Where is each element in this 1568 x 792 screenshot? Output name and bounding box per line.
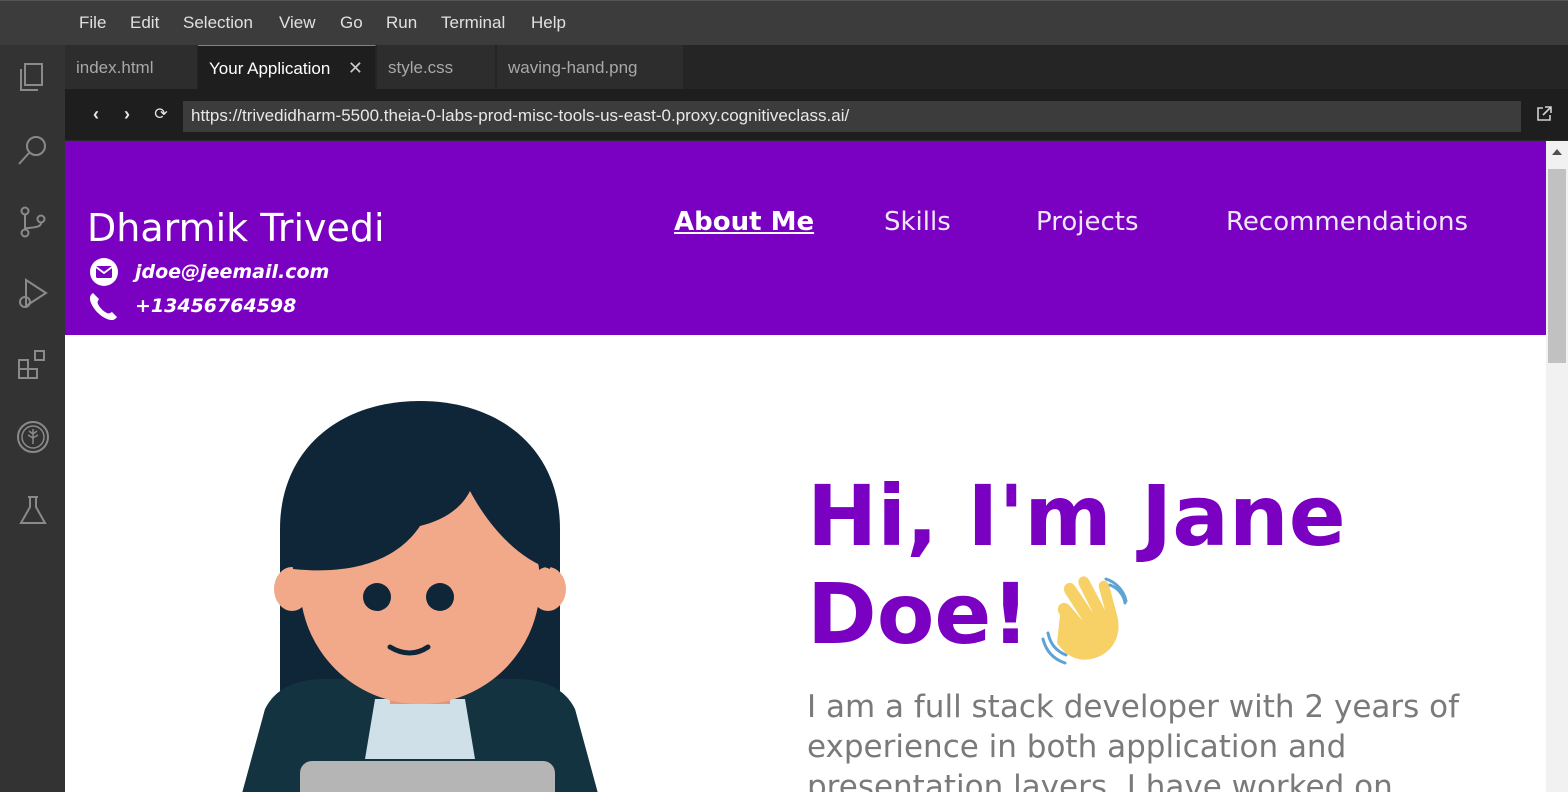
- tab-label: waving-hand.png: [508, 58, 638, 77]
- nav-projects[interactable]: Projects: [1036, 207, 1139, 237]
- nav-recommendations[interactable]: Recommendations: [1226, 207, 1468, 237]
- tab-label: index.html: [76, 58, 154, 77]
- hero-description: I am a full stack developer with 2 years…: [807, 689, 1460, 792]
- nav-about-me[interactable]: About Me: [674, 207, 814, 237]
- menu-go[interactable]: Go: [340, 13, 363, 33]
- browser-viewport: Dharmik Trivedi jdoe@jeemail.com +134567…: [65, 141, 1546, 792]
- menu-file[interactable]: File: [79, 13, 106, 33]
- tab-index-html[interactable]: index.html: [65, 45, 198, 89]
- files-icon[interactable]: [16, 60, 50, 94]
- hero-title: Hi, I'm Jane Doe!: [807, 467, 1367, 665]
- reload-button[interactable]: ⟳: [151, 104, 171, 126]
- tab-label: style.css: [388, 58, 454, 77]
- email-icon: [90, 258, 118, 286]
- close-icon[interactable]: ✕: [348, 58, 363, 79]
- phone-icon: [89, 293, 117, 321]
- nav-skills[interactable]: Skills: [884, 207, 951, 237]
- menu-bar: File Edit Selection View Go Run Terminal…: [0, 0, 1568, 45]
- waving-hand-icon: [1041, 576, 1128, 665]
- menu-terminal[interactable]: Terminal: [441, 13, 505, 33]
- page-scrollbar[interactable]: [1546, 141, 1568, 792]
- site-header: Dharmik Trivedi jdoe@jeemail.com +134567…: [65, 141, 1546, 335]
- scroll-up-arrow-icon[interactable]: [1552, 149, 1562, 155]
- email-row: jdoe@jeemail.com: [87, 257, 329, 287]
- menu-help[interactable]: Help: [531, 13, 566, 33]
- back-button[interactable]: ‹: [86, 104, 106, 126]
- browser-toolbar: ‹ › ⟳ https://trivedidharm-5500.theia-0-…: [65, 89, 1568, 141]
- hero-title-line-1: Hi, I'm Jane: [807, 467, 1346, 565]
- menu-selection[interactable]: Selection: [183, 13, 253, 33]
- menu-view[interactable]: View: [279, 13, 316, 33]
- tab-label: Your Application: [209, 59, 331, 78]
- tree-icon[interactable]: [16, 420, 50, 454]
- activity-bar: [0, 45, 65, 792]
- scrollbar-thumb[interactable]: [1548, 169, 1566, 363]
- menu-edit[interactable]: Edit: [130, 13, 159, 33]
- search-icon[interactable]: [16, 133, 50, 167]
- tab-your-application[interactable]: Your Application ✕: [198, 45, 376, 89]
- email-text[interactable]: jdoe@jeemail.com: [135, 261, 329, 283]
- open-external-icon[interactable]: [1535, 105, 1553, 123]
- tab-style-css[interactable]: style.css: [377, 45, 496, 89]
- tab-waving-hand-png[interactable]: waving-hand.png: [497, 45, 684, 89]
- hero-title-line-2: Doe!: [807, 565, 1030, 663]
- menu-run[interactable]: Run: [386, 13, 417, 33]
- flask-icon[interactable]: [16, 493, 50, 527]
- site-name: Dharmik Trivedi: [87, 206, 385, 250]
- forward-button[interactable]: ›: [117, 104, 137, 126]
- phone-row: +13456764598: [87, 291, 296, 321]
- phone-text[interactable]: +13456764598: [135, 295, 296, 317]
- editor-tab-bar: index.html Your Application ✕ style.css …: [65, 45, 1568, 89]
- avatar-illustration: [242, 401, 598, 792]
- source-control-icon[interactable]: [16, 205, 50, 239]
- url-input[interactable]: https://trivedidharm-5500.theia-0-labs-p…: [183, 101, 1521, 132]
- run-debug-icon[interactable]: [16, 277, 50, 311]
- extensions-icon[interactable]: [16, 348, 50, 382]
